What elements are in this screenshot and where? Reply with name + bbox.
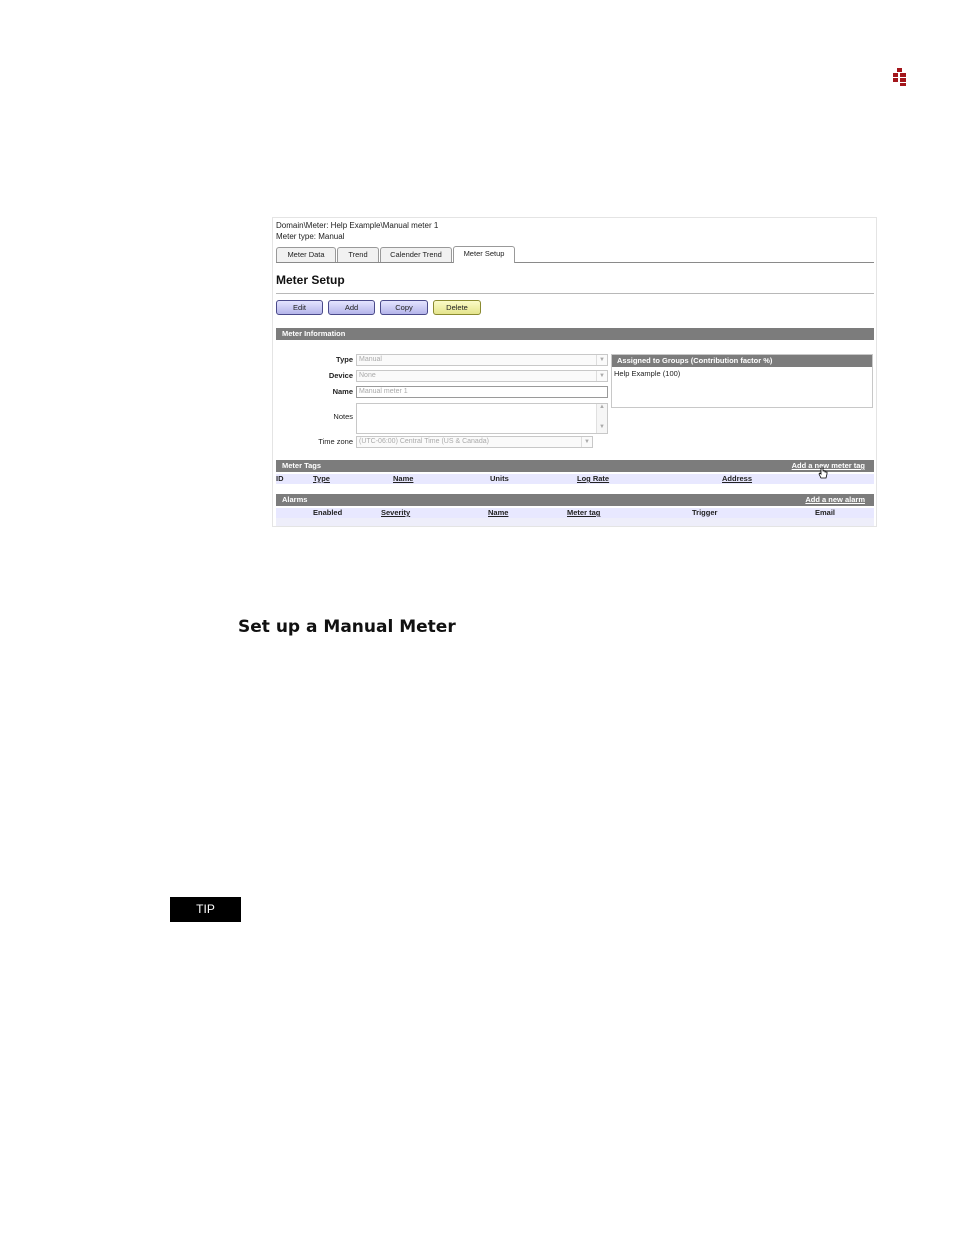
column-header-log-rate[interactable]: Log Rate xyxy=(577,474,609,484)
alarms-header: Alarms Add a new alarm xyxy=(276,494,874,506)
notes-scrollbar[interactable]: ▲ ▼ xyxy=(596,404,607,433)
tab-bar: Meter Data Trend Calender Trend Meter Se… xyxy=(276,246,874,263)
chevron-down-icon: ▼ xyxy=(596,355,607,365)
title-divider xyxy=(276,293,874,294)
name-label: Name xyxy=(332,387,353,396)
brand-logo-icon xyxy=(893,68,906,86)
scroll-up-icon: ▲ xyxy=(599,404,605,410)
page-title: Meter Setup xyxy=(276,273,345,287)
column-header-name[interactable]: Name xyxy=(393,474,413,484)
device-label: Device xyxy=(328,371,353,380)
meter-tags-title: Meter Tags xyxy=(282,461,322,470)
meter-setup-screenshot: Domain\Meter: Help Example\Manual meter … xyxy=(272,217,877,527)
column-header-severity[interactable]: Severity xyxy=(381,508,410,518)
column-header-type[interactable]: Type xyxy=(313,474,330,484)
section-heading: Set up a Manual Meter xyxy=(238,617,456,637)
column-header-meter-tag[interactable]: Meter tag xyxy=(567,508,600,518)
meter-information-title: Meter Information xyxy=(282,329,346,338)
type-label: Type xyxy=(336,355,353,364)
tab-trend[interactable]: Trend xyxy=(337,247,379,262)
chevron-down-icon: ▼ xyxy=(581,437,592,447)
device-select[interactable]: None ▼ xyxy=(356,370,608,382)
column-header-units: Units xyxy=(490,474,509,483)
meter-tags-column-headers: ID Type Name Units Log Rate Address xyxy=(276,474,874,484)
scroll-down-icon: ▼ xyxy=(599,424,605,430)
tip-label: TIP xyxy=(170,897,241,922)
column-header-alarm-name[interactable]: Name xyxy=(488,508,508,518)
type-select[interactable]: Manual ▼ xyxy=(356,354,608,366)
timezone-value: (UTC-06:00) Central Time (US & Canada) xyxy=(359,438,489,445)
column-header-enabled: Enabled xyxy=(313,508,343,517)
timezone-select[interactable]: (UTC-06:00) Central Time (US & Canada) ▼ xyxy=(356,436,593,448)
meter-type-text: Meter type: Manual xyxy=(276,232,345,241)
tab-calender-trend[interactable]: Calender Trend xyxy=(380,247,452,262)
alarms-column-headers: Enabled Severity Name Meter tag Trigger … xyxy=(276,508,874,518)
assigned-groups-header: Assigned to Groups (Contribution factor … xyxy=(612,355,872,367)
assigned-groups-panel: Assigned to Groups (Contribution factor … xyxy=(611,354,873,408)
column-header-trigger: Trigger xyxy=(692,508,718,517)
notes-label: Notes xyxy=(333,412,353,421)
copy-button[interactable]: Copy xyxy=(380,300,428,315)
add-button[interactable]: Add xyxy=(328,300,375,315)
chevron-down-icon: ▼ xyxy=(596,371,607,381)
tab-meter-setup[interactable]: Meter Setup xyxy=(453,246,515,263)
timezone-label: Time zone xyxy=(318,437,353,446)
breadcrumb: Domain\Meter: Help Example\Manual meter … xyxy=(276,221,439,230)
meter-information-header: Meter Information xyxy=(276,328,874,340)
add-meter-tag-link[interactable]: Add a new meter tag xyxy=(792,460,865,472)
tab-meter-data[interactable]: Meter Data xyxy=(276,247,336,262)
alarms-title: Alarms xyxy=(282,495,308,504)
hand-pointer-icon xyxy=(818,467,828,479)
notes-textarea[interactable]: ▲ ▼ xyxy=(356,403,608,434)
column-header-id: ID xyxy=(276,474,284,483)
name-value: Manual meter 1 xyxy=(359,388,408,395)
alarms-empty-row xyxy=(276,518,874,526)
add-alarm-link[interactable]: Add a new alarm xyxy=(805,494,865,506)
delete-button[interactable]: Delete xyxy=(433,300,481,315)
type-value: Manual xyxy=(359,356,382,363)
device-value: None xyxy=(359,372,376,379)
group-list-item[interactable]: Help Example (100) xyxy=(612,367,872,378)
name-field[interactable]: Manual meter 1 xyxy=(356,386,608,398)
column-header-email: Email xyxy=(815,508,836,517)
meter-tags-header: Meter Tags Add a new meter tag xyxy=(276,460,874,472)
edit-button[interactable]: Edit xyxy=(276,300,323,315)
column-header-address[interactable]: Address xyxy=(722,474,752,484)
